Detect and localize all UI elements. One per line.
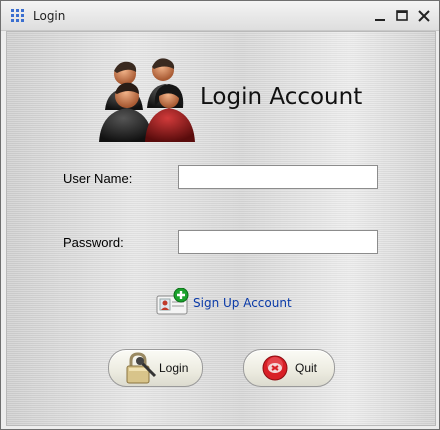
user-group-icon xyxy=(99,58,195,142)
login-button-label: Login xyxy=(159,361,189,375)
window-title: Login xyxy=(33,9,66,23)
close-button[interactable] xyxy=(415,7,433,25)
minimize-button[interactable] xyxy=(371,7,389,25)
add-user-card-icon[interactable] xyxy=(156,288,190,318)
close-icon xyxy=(418,10,430,22)
login-panel: Login Account User Name: Password: Sign … xyxy=(6,31,436,426)
page-title: Login Account xyxy=(200,84,363,110)
username-field[interactable] xyxy=(178,165,378,189)
padlock-key-icon xyxy=(126,352,157,384)
maximize-button[interactable] xyxy=(393,7,411,25)
title-bar[interactable]: Login xyxy=(1,1,439,31)
password-field[interactable] xyxy=(178,230,378,254)
login-window: Login Login Account User Name: Password:… xyxy=(0,0,440,430)
quit-button-label: Quit xyxy=(295,361,318,375)
app-grid-icon xyxy=(11,9,25,23)
login-button[interactable]: Login xyxy=(108,349,203,387)
signup-link[interactable]: Sign Up Account xyxy=(193,296,292,310)
minimize-icon xyxy=(375,19,385,21)
maximize-icon xyxy=(396,10,408,21)
quit-button[interactable]: Quit xyxy=(243,349,335,387)
password-label: Password: xyxy=(63,235,124,250)
red-x-circle-icon xyxy=(262,355,288,381)
username-label: User Name: xyxy=(63,171,133,186)
